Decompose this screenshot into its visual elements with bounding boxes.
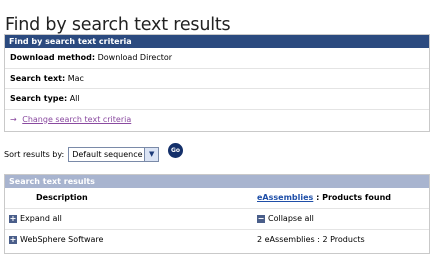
- download-method-row: Download method: Download Director: [5, 48, 429, 69]
- table-row: + WebSphere Software 2 eAssemblies : 2 Pr…: [5, 230, 429, 250]
- results-panel: Search text results Description eAssembl…: [4, 174, 430, 254]
- search-text-label: Search text:: [10, 73, 66, 83]
- websphere-row-toggle[interactable]: + WebSphere Software: [9, 230, 103, 250]
- chevron-down-icon[interactable]: ▼: [144, 147, 159, 161]
- results-column-header: Description eAssemblies : Products found: [5, 188, 429, 209]
- search-text-value: Mac: [67, 73, 84, 83]
- results-header: Search text results: [5, 175, 429, 188]
- criteria-panel: Find by search text criteria Download me…: [4, 34, 430, 132]
- expand-all-label[interactable]: Expand all: [20, 214, 62, 223]
- arrow-right-icon: →: [10, 114, 17, 124]
- expand-collapse-row: + Expand all − Collapse all: [5, 209, 429, 230]
- download-method-value: Download Director: [97, 53, 173, 62]
- collapse-all-control[interactable]: − Collapse all: [257, 209, 314, 229]
- download-method-label: Download method:: [10, 53, 96, 62]
- change-criteria-row: → Change search text criteria: [5, 110, 429, 130]
- row-description[interactable]: WebSphere Software: [20, 235, 103, 244]
- collapse-all-label[interactable]: Collapse all: [268, 214, 314, 223]
- row-found: 2 eAssemblies : 2 Products: [257, 235, 365, 244]
- sort-select[interactable]: Default sequence ▼: [68, 146, 160, 162]
- products-found-column-header: eAssemblies : Products found: [257, 188, 391, 208]
- search-type-label: Search type:: [10, 94, 68, 103]
- criteria-header: Find by search text criteria: [5, 35, 429, 48]
- description-column-header: Description: [36, 193, 88, 202]
- search-type-value: All: [69, 94, 80, 103]
- plus-icon[interactable]: +: [9, 235, 17, 244]
- go-button[interactable]: Go: [168, 143, 183, 158]
- search-text-row: Search text: Mac: [5, 69, 429, 89]
- products-found-label: : Products found: [313, 193, 392, 202]
- minus-icon[interactable]: −: [257, 214, 265, 223]
- page-title: Find by search text results: [5, 14, 231, 35]
- search-type-row: Search type: All: [5, 89, 429, 110]
- sort-label: Sort results by:: [4, 149, 65, 159]
- sort-select-value: Default sequence: [72, 149, 143, 159]
- change-criteria-link[interactable]: Change search text criteria: [22, 115, 131, 124]
- plus-icon[interactable]: +: [9, 214, 17, 223]
- sort-bar: Sort results by: Default sequence ▼: [4, 145, 160, 163]
- expand-all-control[interactable]: + Expand all: [9, 209, 62, 229]
- eassemblies-link[interactable]: eAssemblies: [257, 193, 313, 202]
